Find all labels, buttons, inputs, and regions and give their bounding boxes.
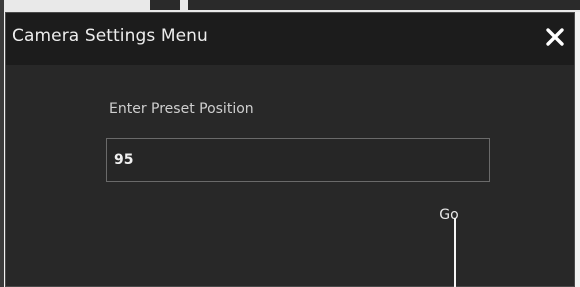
background-divider [150, 0, 180, 10]
dialog-titlebar[interactable]: Camera Settings Menu [6, 13, 574, 65]
dialog-title: Camera Settings Menu [12, 26, 208, 46]
background-divider [188, 0, 580, 10]
background-window-edge [0, 0, 4, 287]
background-window-strip [0, 0, 580, 12]
preset-position-input[interactable] [106, 138, 490, 182]
go-button[interactable]: Go [432, 204, 466, 230]
pointer-indicator-line [454, 218, 456, 287]
camera-settings-dialog: Camera Settings Menu Enter Preset Positi… [5, 12, 575, 287]
close-icon[interactable] [542, 24, 568, 50]
preset-position-label: Enter Preset Position [109, 101, 254, 117]
